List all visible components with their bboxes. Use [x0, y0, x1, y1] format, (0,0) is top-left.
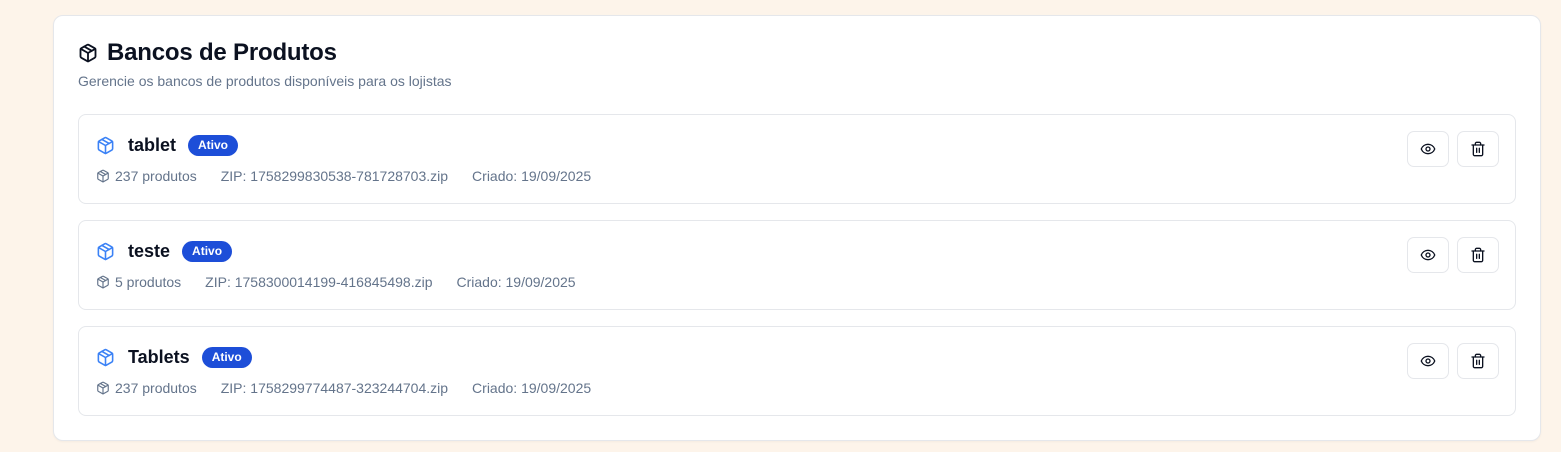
created-date: Criado: 19/09/2025: [472, 380, 592, 396]
list-item: Tablets Ativo 237 produtos ZIP: 17582997…: [78, 326, 1516, 416]
item-actions: [1399, 237, 1499, 273]
bank-name: teste: [128, 240, 171, 261]
delete-button[interactable]: [1457, 131, 1499, 167]
zip-filename: ZIP: 1758300014199-416845498.zip: [205, 274, 433, 290]
product-count: 5 produtos: [96, 274, 181, 290]
package-icon: [96, 275, 110, 289]
package-icon: [96, 136, 115, 155]
product-count-label: 237 produtos: [115, 168, 197, 184]
title-row: Bancos de Produtos: [78, 38, 452, 68]
bank-name: tablet: [128, 134, 177, 155]
package-icon: [96, 169, 110, 183]
view-button[interactable]: [1407, 237, 1449, 273]
product-banks-card: Bancos de Produtos Gerencie os bancos de…: [53, 15, 1541, 441]
zip-filename: ZIP: 1758299830538-781728703.zip: [220, 168, 449, 184]
item-actions: [1399, 131, 1499, 167]
list-item: tablet Ativo 237 produtos ZIP: 175829983…: [78, 114, 1516, 204]
item-meta: 237 produtos ZIP: 1758299830538-78172870…: [96, 168, 591, 184]
delete-button[interactable]: [1457, 237, 1499, 273]
delete-button[interactable]: [1457, 343, 1499, 379]
item-actions: [1399, 343, 1499, 379]
product-bank-list: tablet Ativo 237 produtos ZIP: 175829983…: [78, 114, 1516, 432]
item-meta: 5 produtos ZIP: 1758300014199-416845498.…: [96, 274, 576, 290]
page-title: Bancos de Produtos: [107, 39, 337, 66]
bank-name: Tablets: [128, 346, 190, 367]
product-count-label: 237 produtos: [115, 380, 197, 396]
created-date: Criado: 19/09/2025: [472, 168, 592, 184]
list-item: teste Ativo 5 produtos ZIP: 175830001419…: [78, 220, 1516, 310]
product-count: 237 produtos: [96, 380, 197, 396]
package-icon: [96, 348, 115, 367]
trash-icon: [1471, 141, 1485, 157]
item-meta: 237 produtos ZIP: 1758299774487-32324470…: [96, 380, 591, 396]
view-button[interactable]: [1407, 343, 1449, 379]
view-button[interactable]: [1407, 131, 1449, 167]
package-icon: [96, 242, 115, 261]
item-heading: tablet Ativo: [96, 133, 239, 157]
zip-filename: ZIP: 1758299774487-323244704.zip: [220, 380, 449, 396]
eye-icon: [1420, 249, 1436, 261]
item-heading: teste Ativo: [96, 239, 233, 263]
created-date: Criado: 19/09/2025: [456, 274, 576, 290]
status-badge: Ativo: [182, 240, 233, 262]
product-count-label: 5 produtos: [115, 274, 182, 290]
product-count: 237 produtos: [96, 168, 197, 184]
item-heading: Tablets Ativo: [96, 345, 252, 369]
package-icon: [78, 43, 98, 63]
eye-icon: [1420, 143, 1436, 155]
trash-icon: [1471, 247, 1485, 263]
status-badge: Ativo: [188, 134, 239, 156]
page-subtitle: Gerencie os bancos de produtos disponíve…: [78, 73, 452, 89]
card-header: Bancos de Produtos Gerencie os bancos de…: [78, 38, 452, 89]
package-icon: [96, 381, 110, 395]
status-badge: Ativo: [201, 346, 252, 368]
eye-icon: [1420, 355, 1436, 367]
trash-icon: [1471, 353, 1485, 369]
